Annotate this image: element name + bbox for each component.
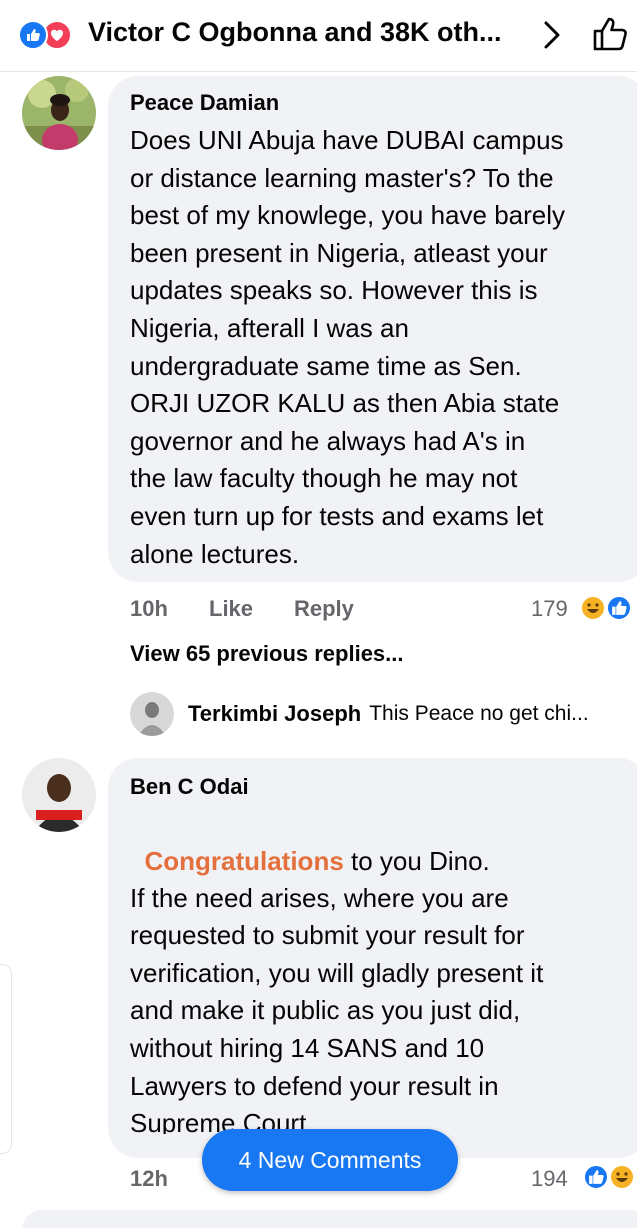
reactions-header[interactable]: Victor C Ogbonna and 38K oth... [0,0,637,72]
reaction-count[interactable]: 194 [531,1166,568,1192]
reply-preview[interactable]: Terkimbi Joseph This Peace no get chi... [130,692,589,736]
avatar[interactable] [22,76,96,150]
like-button[interactable]: Like [209,596,253,622]
comment-time: 12h [130,1166,168,1191]
view-previous-replies[interactable]: View 65 previous replies... [130,641,404,667]
haha-icon [609,1164,635,1190]
reply-button[interactable]: Reply [294,596,354,622]
reactions-title[interactable]: Victor C Ogbonna and 38K oth... [88,17,508,48]
reply-author[interactable]: Terkimbi Joseph [188,701,361,727]
like-icon [606,595,632,621]
chevron-right-icon[interactable] [538,18,566,52]
reply-snippet[interactable]: This Peace no get chi... [369,702,588,726]
next-comment-bubble[interactable] [22,1210,637,1228]
side-panel-edge [0,964,12,1154]
comment-text: Does UNI Abuja have DUBAI campus or dist… [130,125,566,569]
like-icon [583,1164,609,1190]
comment-author[interactable]: Peace Damian [130,90,279,116]
comment-time: 10h [130,596,168,621]
thumbs-up-outline-icon[interactable] [590,14,630,54]
avatar[interactable] [22,758,96,832]
haha-icon [580,595,606,621]
comment-author[interactable]: Ben C Odai [130,774,249,800]
reaction-count[interactable]: 179 [531,596,568,622]
comment-text: If the need arises, where you are reques… [130,882,544,1134]
like-icon [18,20,48,50]
avatar[interactable] [130,692,174,736]
reaction-summary[interactable] [18,20,80,50]
new-comments-button[interactable]: 4 New Comments [202,1129,458,1191]
